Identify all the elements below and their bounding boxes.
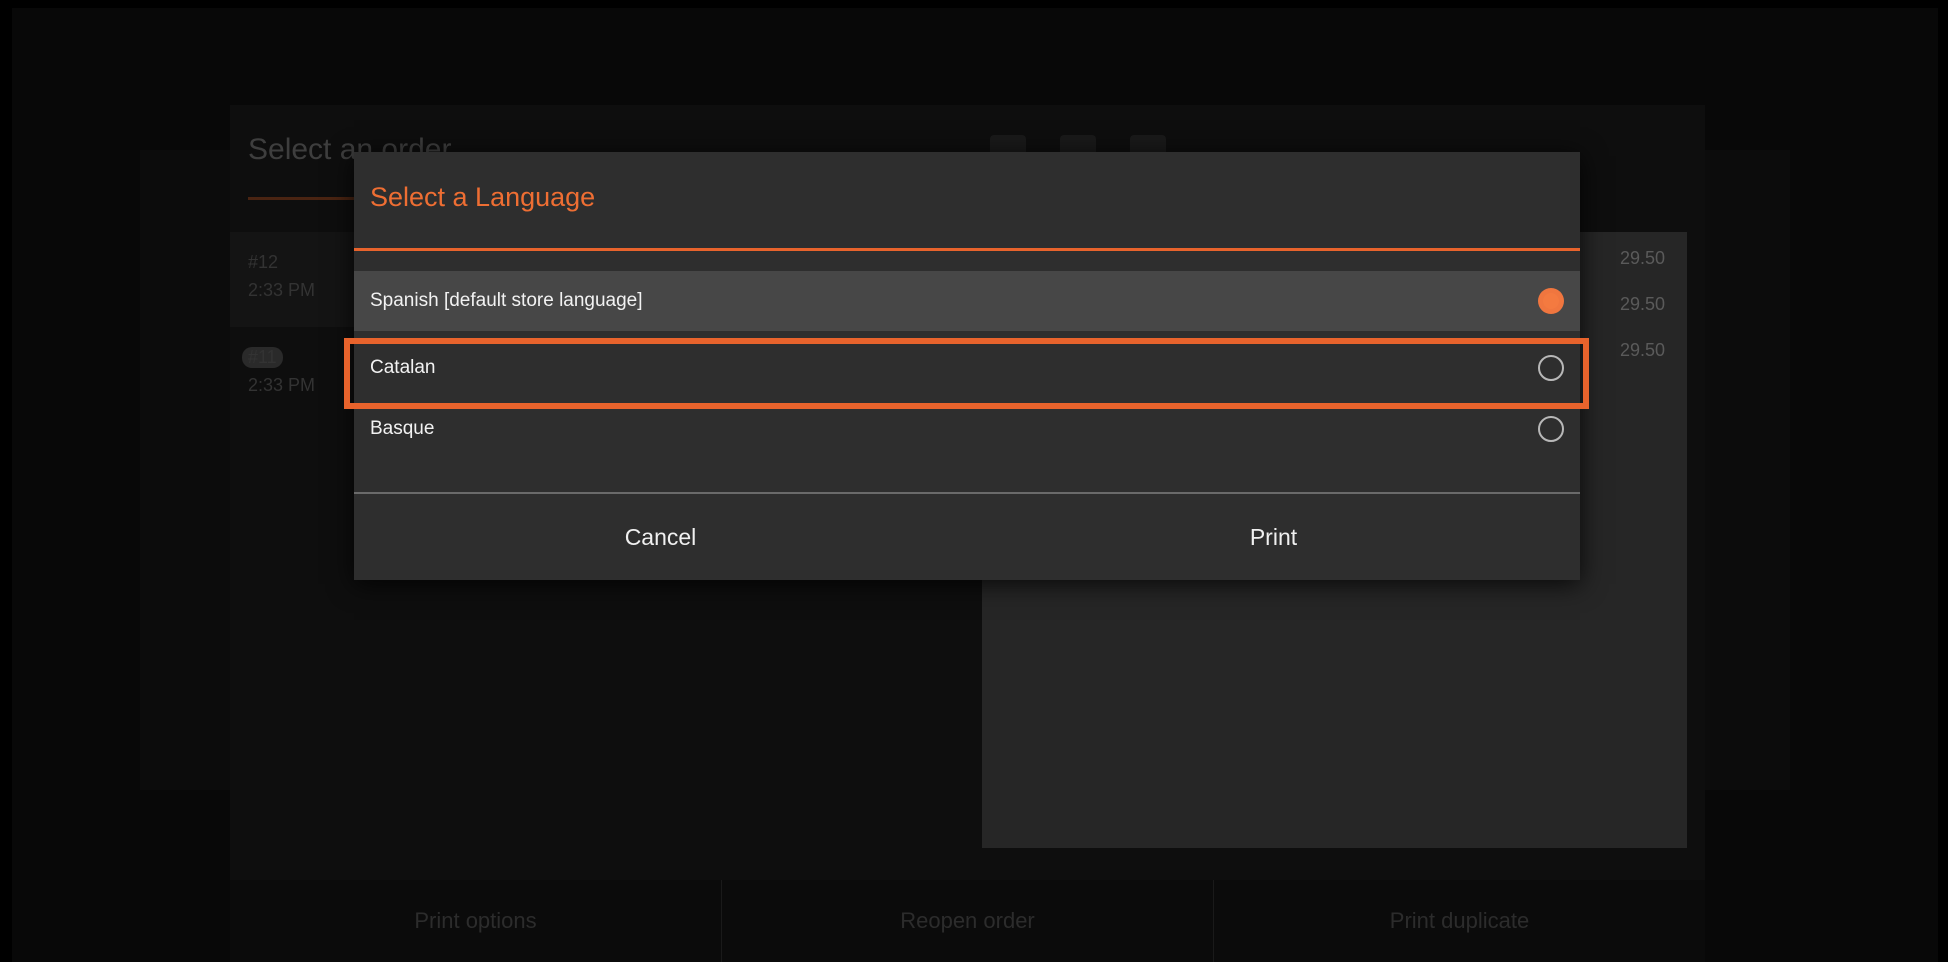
screen: Select an order #12 2:33 PM #11 2:33 PM …	[0, 0, 1948, 962]
dialog-title-divider	[354, 248, 1580, 251]
print-button[interactable]: Print	[967, 494, 1580, 580]
dialog-header: Select a Language	[354, 152, 1580, 250]
language-option-label: Catalan	[370, 357, 436, 378]
order-number: #11	[242, 347, 283, 368]
language-option-label: Spanish [default store language]	[370, 290, 643, 311]
order-number: #12	[248, 252, 279, 272]
order-amount: 29.50	[1619, 248, 1665, 268]
reopen-order-button[interactable]: Reopen order	[722, 880, 1214, 962]
bottom-action-bar: Print options Reopen order Print duplica…	[230, 880, 1705, 962]
cancel-button[interactable]: Cancel	[354, 494, 967, 580]
language-option-catalan[interactable]: Catalan	[354, 338, 1580, 398]
language-option-basque[interactable]: Basque	[354, 399, 1580, 459]
print-duplicate-button[interactable]: Print duplicate	[1214, 880, 1705, 962]
order-amount: 29.50	[1619, 294, 1665, 314]
print-options-button[interactable]: Print options	[230, 880, 722, 962]
radio-unchecked-icon[interactable]	[1538, 416, 1564, 442]
order-panel-title-underline	[248, 197, 368, 200]
order-time: 2:33 PM	[248, 375, 316, 395]
dialog-title: Select a Language	[370, 182, 596, 212]
radio-unchecked-icon[interactable]	[1538, 355, 1564, 381]
radio-checked-icon[interactable]	[1538, 288, 1564, 314]
language-dialog: Select a Language Spanish [default store…	[354, 152, 1580, 580]
language-option-label: Basque	[370, 418, 435, 439]
order-time: 2:33 PM	[248, 280, 316, 300]
order-amount: 29.50	[1619, 340, 1665, 360]
language-option-spanish[interactable]: Spanish [default store language]	[354, 271, 1580, 331]
